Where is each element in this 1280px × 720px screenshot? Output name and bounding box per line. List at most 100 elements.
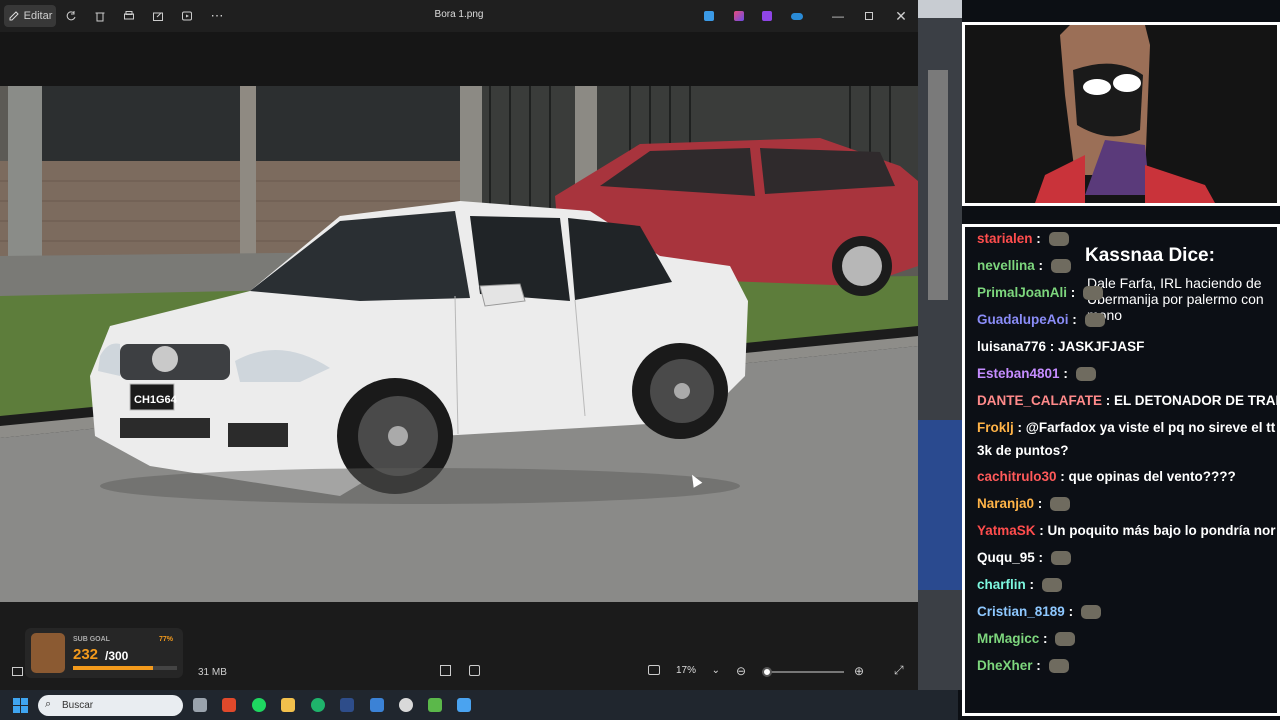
chat-username[interactable]: YatmaSK <box>977 523 1036 538</box>
taskbar-search[interactable]: ⌕ Buscar <box>38 695 183 716</box>
chat-username[interactable]: Cristian_8189 <box>977 604 1065 619</box>
maximize-button[interactable] <box>858 5 880 27</box>
close-button[interactable]: ✕ <box>890 5 912 27</box>
task-view-icon[interactable] <box>193 698 207 712</box>
chat-text: que opinas del vento???? <box>1068 469 1236 484</box>
viewer-canvas-top <box>0 32 918 86</box>
brave-icon[interactable] <box>222 698 236 712</box>
info-button[interactable] <box>440 665 451 676</box>
vtuber-avatar <box>965 25 1277 203</box>
chat-message: PrimalJoanAli : <box>977 285 1104 301</box>
actual-size-button[interactable] <box>648 665 660 675</box>
emote-icon <box>1050 551 1071 566</box>
chat-username[interactable]: charflin <box>977 577 1026 592</box>
title-bar: Editar ⋯ Bora 1.png — ✕ <box>0 0 918 32</box>
chat-separator: : <box>1025 577 1038 592</box>
chat-separator: : <box>1013 420 1026 435</box>
chat-username[interactable]: cachitrulo30 <box>977 469 1057 484</box>
audio-app-icon[interactable] <box>340 698 354 712</box>
chat-username[interactable]: Naranja0 <box>977 496 1034 511</box>
zoom-slider-thumb[interactable] <box>762 667 772 677</box>
alert-message: Dale Farfa, IRL haciendo de Ubermanija p… <box>1087 275 1264 323</box>
chat-message: Cristian_8189 : <box>977 604 1101 620</box>
fullscreen-icon[interactable]: ⤢ <box>894 663 904 678</box>
photos-icon[interactable] <box>457 698 471 712</box>
chat-message: nevellina : <box>977 258 1071 274</box>
spotify-icon[interactable] <box>252 698 266 712</box>
clipchamp-icon <box>734 11 744 21</box>
blue-app-icon[interactable] <box>370 698 384 712</box>
chat-username[interactable]: nevellina <box>977 258 1035 273</box>
zoom-dropdown[interactable]: 17% ⌄ <box>670 660 726 680</box>
chat-username[interactable]: PrimalJoanAli <box>977 285 1067 300</box>
clipchamp-video-button[interactable] <box>756 5 778 27</box>
photo-canvas[interactable]: CH1G64 <box>0 86 918 602</box>
file-size-label: 31 MB <box>198 667 227 678</box>
emote-icon <box>1048 659 1069 674</box>
start-button[interactable] <box>13 698 28 713</box>
search-icon: ⌕ <box>45 698 52 710</box>
chat-separator: : <box>1059 366 1072 381</box>
sub-goal-progress-bar <box>73 666 177 670</box>
minecraft-icon[interactable] <box>428 698 442 712</box>
chat-message: Esteban4801 : <box>977 366 1096 382</box>
designer-app-button[interactable] <box>698 5 720 27</box>
chevron-down-icon: ⌄ <box>711 664 720 676</box>
sub-goal-widget: SUB GOAL 77% 232 /300 <box>25 628 183 678</box>
zoom-in-icon[interactable]: ⊕ <box>854 664 864 678</box>
chat-separator: : <box>1032 658 1045 673</box>
chat-text: Un poquito más bajo lo pondría nor <box>1047 523 1276 538</box>
minimize-button[interactable]: — <box>827 5 849 27</box>
sub-goal-label: SUB GOAL <box>73 636 110 643</box>
chat-username[interactable]: DheXher <box>977 658 1033 673</box>
chat-message: GuadalupeAoi : <box>977 312 1105 328</box>
sub-goal-total: /300 <box>105 649 129 663</box>
chat-message: starialen : <box>977 231 1069 247</box>
chat-separator: : <box>1046 339 1059 354</box>
video-editor-icon <box>762 11 772 21</box>
zoom-slider[interactable] <box>762 667 844 677</box>
emote-icon <box>1084 313 1105 328</box>
chat-message: Ququ_95 : <box>977 550 1071 566</box>
chat-text: @Farfadox ya viste el pq no sireve el tt <box>1025 420 1276 435</box>
chat-message: charflin : <box>977 577 1062 593</box>
alert-title: Kassnaa Dice: <box>1085 245 1215 266</box>
emote-icon <box>1083 286 1104 301</box>
stream-chat: Kassnaa Dice: Dale Farfa, IRL haciendo d… <box>962 224 1280 716</box>
chat-separator: : <box>1039 631 1052 646</box>
chat-separator: : <box>1034 258 1047 273</box>
chat-username[interactable]: Esteban4801 <box>977 366 1060 381</box>
chat-text: EL DETONADOR DE TRAI <box>1114 393 1280 408</box>
chat-username[interactable]: GuadalupeAoi <box>977 312 1069 327</box>
app-green-icon[interactable] <box>311 698 325 712</box>
chat-text: 3k de puntos? <box>977 443 1069 458</box>
zoom-value: 17% <box>676 664 697 676</box>
chat-separator: : <box>1034 496 1047 511</box>
compare-button[interactable] <box>469 665 480 676</box>
window-title: Bora 1.png <box>434 9 484 20</box>
file-explorer-icon[interactable] <box>281 698 295 712</box>
chat-username[interactable]: Ququ_95 <box>977 550 1035 565</box>
chat-username[interactable]: DANTE_CALAFATE <box>977 393 1102 408</box>
chat-message: DANTE_CALAFATE : EL DETONADOR DE TRAI <box>977 393 1280 408</box>
chat-username[interactable]: luisana776 <box>977 339 1046 354</box>
chat-separator: : <box>1032 231 1045 246</box>
emote-icon <box>1080 605 1101 620</box>
onedrive-button[interactable] <box>786 5 808 27</box>
svg-text:CH1G64: CH1G64 <box>134 394 178 406</box>
filmstrip-toggle-icon[interactable] <box>12 667 23 676</box>
cloud-icon <box>791 12 803 20</box>
taskbar: ⌕ Buscar <box>0 690 958 720</box>
chat-username[interactable]: Froklj <box>977 420 1014 435</box>
sub-goal-progress-fill <box>73 666 154 670</box>
zoom-out-icon[interactable]: ⊖ <box>736 664 746 678</box>
chat-separator: : <box>1067 285 1080 300</box>
chat-username[interactable]: starialen <box>977 231 1033 246</box>
clipchamp-button[interactable] <box>728 5 750 27</box>
chat-separator: : <box>1056 469 1069 484</box>
obs-icon[interactable] <box>399 698 413 712</box>
chat-username[interactable]: MrMagicc <box>977 631 1039 646</box>
emote-icon <box>1050 497 1071 512</box>
chat-separator: : <box>1102 393 1115 408</box>
sub-goal-current: 232 <box>73 646 99 663</box>
